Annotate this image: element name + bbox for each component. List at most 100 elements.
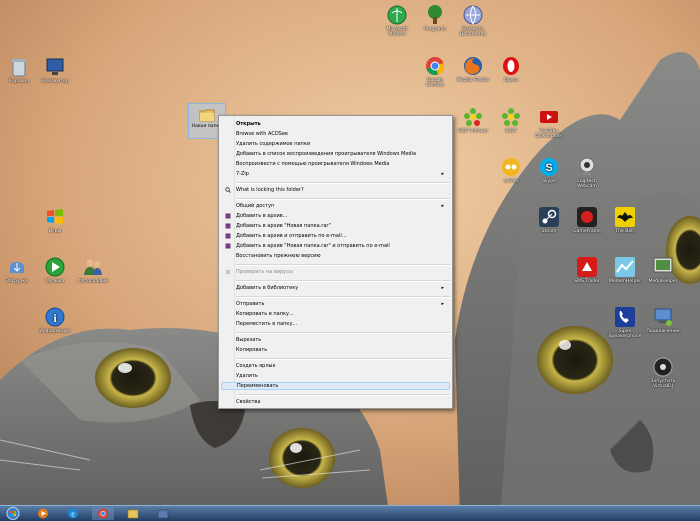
webcam-icon: [579, 157, 595, 175]
menu-item-cut[interactable]: Вырезать: [221, 336, 450, 344]
desktop-icon-youtube-downloader[interactable]: YouTube Downloader: [532, 106, 566, 139]
desktop-icon-sms[interactable]: SMS Trader: [570, 256, 604, 284]
menu-item-move-to-folder[interactable]: Переместить в папку...: [221, 320, 450, 328]
menu-item-label: Проверить на вирусы: [236, 269, 293, 275]
menu-item-delete[interactable]: Удалить: [221, 372, 450, 380]
menu-item-restore-previous[interactable]: Восстановить прежнюю версию: [221, 252, 450, 260]
menu-item-browse-acdsee[interactable]: Browse with ACDSee: [221, 130, 450, 138]
desktop-icon-gameframe[interactable]: GameFrame: [570, 206, 604, 234]
menu-item-copy[interactable]: Копировать: [221, 346, 450, 354]
menu-item-label: Создать ярлык: [236, 363, 276, 369]
bat-icon: [615, 207, 635, 227]
icq-icon: [502, 108, 520, 126]
desktop-icon-icq-infinum[interactable]: ICQ7 Infinum: [456, 106, 490, 134]
menu-separator: [236, 296, 450, 298]
desktop-icon-firefox[interactable]: Mozilla Firefox: [456, 55, 490, 83]
menu-item-add-to-playlist[interactable]: Добавить в список воспроизведения проигр…: [221, 150, 450, 158]
menu-item-properties[interactable]: Свойства: [221, 398, 450, 406]
menu-separator: [236, 264, 450, 266]
desktop-icon-label: GameFrame: [573, 229, 601, 234]
internet-explorer-icon[interactable]: e: [62, 507, 84, 520]
menu-item-add-to-library[interactable]: Добавить в библиотеку ▸: [221, 284, 450, 292]
menu-item-add-to-archive[interactable]: Добавить в архив...: [221, 212, 450, 220]
chrome-icon: [426, 57, 445, 76]
icq-flower-icon: [464, 108, 482, 126]
desktop-icon-music[interactable]: Музыка: [38, 256, 72, 284]
menu-item-label: Удалить: [236, 373, 258, 379]
explorer-icon[interactable]: [122, 507, 144, 520]
desktop-icon-label: Opera: [503, 78, 519, 83]
menu-item-label: Копировать в папку...: [236, 311, 294, 317]
desktop-icon-steam[interactable]: Steam: [532, 206, 566, 234]
menu-item-label: Добавить в архив "Новая папка.rar": [236, 223, 331, 229]
media-player-icon[interactable]: [32, 507, 54, 520]
desktop-icon-modem-helper[interactable]: ModemHelper: [608, 256, 642, 284]
menu-item-delete-contents[interactable]: Удалить содержимое папки: [221, 140, 450, 148]
menu-item-label: What is locking this folder?: [236, 187, 304, 193]
menu-item-archive-rar-and-email[interactable]: Добавить в архив "Новая папка.rar" и отп…: [221, 242, 450, 250]
tree-icon: [428, 5, 442, 24]
desktop-icon-documents[interactable]: Student's Documents: [456, 4, 490, 37]
menu-separator: [236, 280, 450, 282]
globe-icon: [463, 5, 483, 26]
desktop-icon-network-connection[interactable]: Подключение: [646, 306, 680, 334]
desktop-icon-label: Запустить VirtualDJ: [650, 379, 676, 389]
menu-separator: [236, 332, 450, 334]
menu-item-label: Удалить содержимое папки: [236, 141, 311, 147]
computer-icon: [46, 58, 64, 75]
desktop-icon-downloads[interactable]: Загрузки: [0, 256, 34, 284]
desktop-icon-games[interactable]: Игры: [38, 206, 72, 234]
skype-icon: S: [540, 158, 558, 176]
desktop-icon-chrome[interactable]: Google Chrome: [418, 55, 452, 88]
menu-item-open[interactable]: Открыть: [221, 120, 450, 128]
desktop-icon-label: Информация: [39, 329, 71, 334]
desktop-icon-label: Загрузки: [5, 279, 28, 284]
taskbar-app-icon[interactable]: [152, 507, 174, 520]
desktop-icon-network[interactable]: Microsoft Modern: [380, 4, 414, 37]
menu-item-label: Копировать: [236, 347, 268, 353]
menu-item-archive-and-email[interactable]: Добавить в архив и отправить по e-mail..…: [221, 232, 450, 240]
menu-item-sharing[interactable]: Общий доступ ▸: [221, 202, 450, 210]
media-player-icon: [45, 257, 65, 277]
menu-item-what-is-locking[interactable]: What is locking this folder?: [221, 186, 450, 194]
desktop-icon-speakerphone[interactable]: Sipex Speakerphone: [608, 306, 642, 339]
desktop-icon-skype[interactable]: S Skype: [532, 156, 566, 184]
desktop-icon-recycle-bin[interactable]: Корзина: [2, 56, 36, 84]
submenu-arrow-icon: ▸: [441, 171, 444, 177]
desktop-icon-the-bat[interactable]: The Bat!: [608, 206, 642, 234]
desktop-icon-label: ModemHelper: [608, 279, 642, 284]
desktop-icon-photos[interactable]: Фотографии: [76, 256, 110, 284]
menu-item-create-shortcut[interactable]: Создать ярлык: [221, 362, 450, 370]
desktop-icon-label: Игры: [48, 229, 62, 234]
menu-item-scan-viruses[interactable]: Проверить на вирусы: [221, 268, 450, 276]
winrar-icon: [225, 223, 231, 229]
winrar-icon: [225, 213, 231, 219]
desktop-icon-label: YouTube Downloader: [535, 129, 563, 139]
menu-separator: [236, 198, 450, 200]
menu-item-copy-to-folder[interactable]: Копировать в папку...: [221, 310, 450, 318]
menu-item-rename[interactable]: Переименовать: [221, 382, 450, 390]
start-orb-icon[interactable]: [2, 507, 24, 520]
desktop-icon-computer[interactable]: Компьютер: [38, 56, 72, 84]
desktop-icon-media-helper[interactable]: MediaHelper: [646, 256, 680, 284]
menu-item-send-to[interactable]: Отправить ▸: [221, 300, 450, 308]
taskbar: e: [0, 505, 700, 521]
desktop-icon-info[interactable]: i Информация: [38, 306, 72, 334]
desktop-icon-oovoo[interactable]: ooVoo: [494, 156, 528, 184]
menu-item-label: 7-Zip: [236, 171, 249, 177]
desktop-icon-label: Microsoft Modern: [386, 27, 408, 37]
menu-item-add-to-archive-rar[interactable]: Добавить в архив "Новая папка.rar": [221, 222, 450, 230]
winrar-icon: [225, 233, 231, 239]
menu-item-play-wmp[interactable]: Воспроизвести с помощью проигрывателя Wi…: [221, 160, 450, 168]
desktop-icon-label: Mozilla Firefox: [456, 78, 490, 83]
desktop-icon-webcam[interactable]: Logitech Webcam: [570, 156, 604, 189]
chrome-icon[interactable]: [92, 507, 114, 520]
desktop-icon-label: Student's Documents: [459, 27, 487, 37]
desktop-icon-label: MediaHelper: [648, 279, 678, 284]
desktop-icon-opera[interactable]: Opera: [494, 55, 528, 83]
desktop-icon-programs[interactable]: Programs: [418, 4, 452, 32]
desktop-icon-icq[interactable]: ICQ7: [494, 106, 528, 134]
desktop-icon-virtualdj[interactable]: Запустить VirtualDJ: [646, 356, 680, 389]
network-connection-icon: [654, 308, 672, 326]
menu-item-7zip[interactable]: 7-Zip ▸: [221, 170, 450, 178]
